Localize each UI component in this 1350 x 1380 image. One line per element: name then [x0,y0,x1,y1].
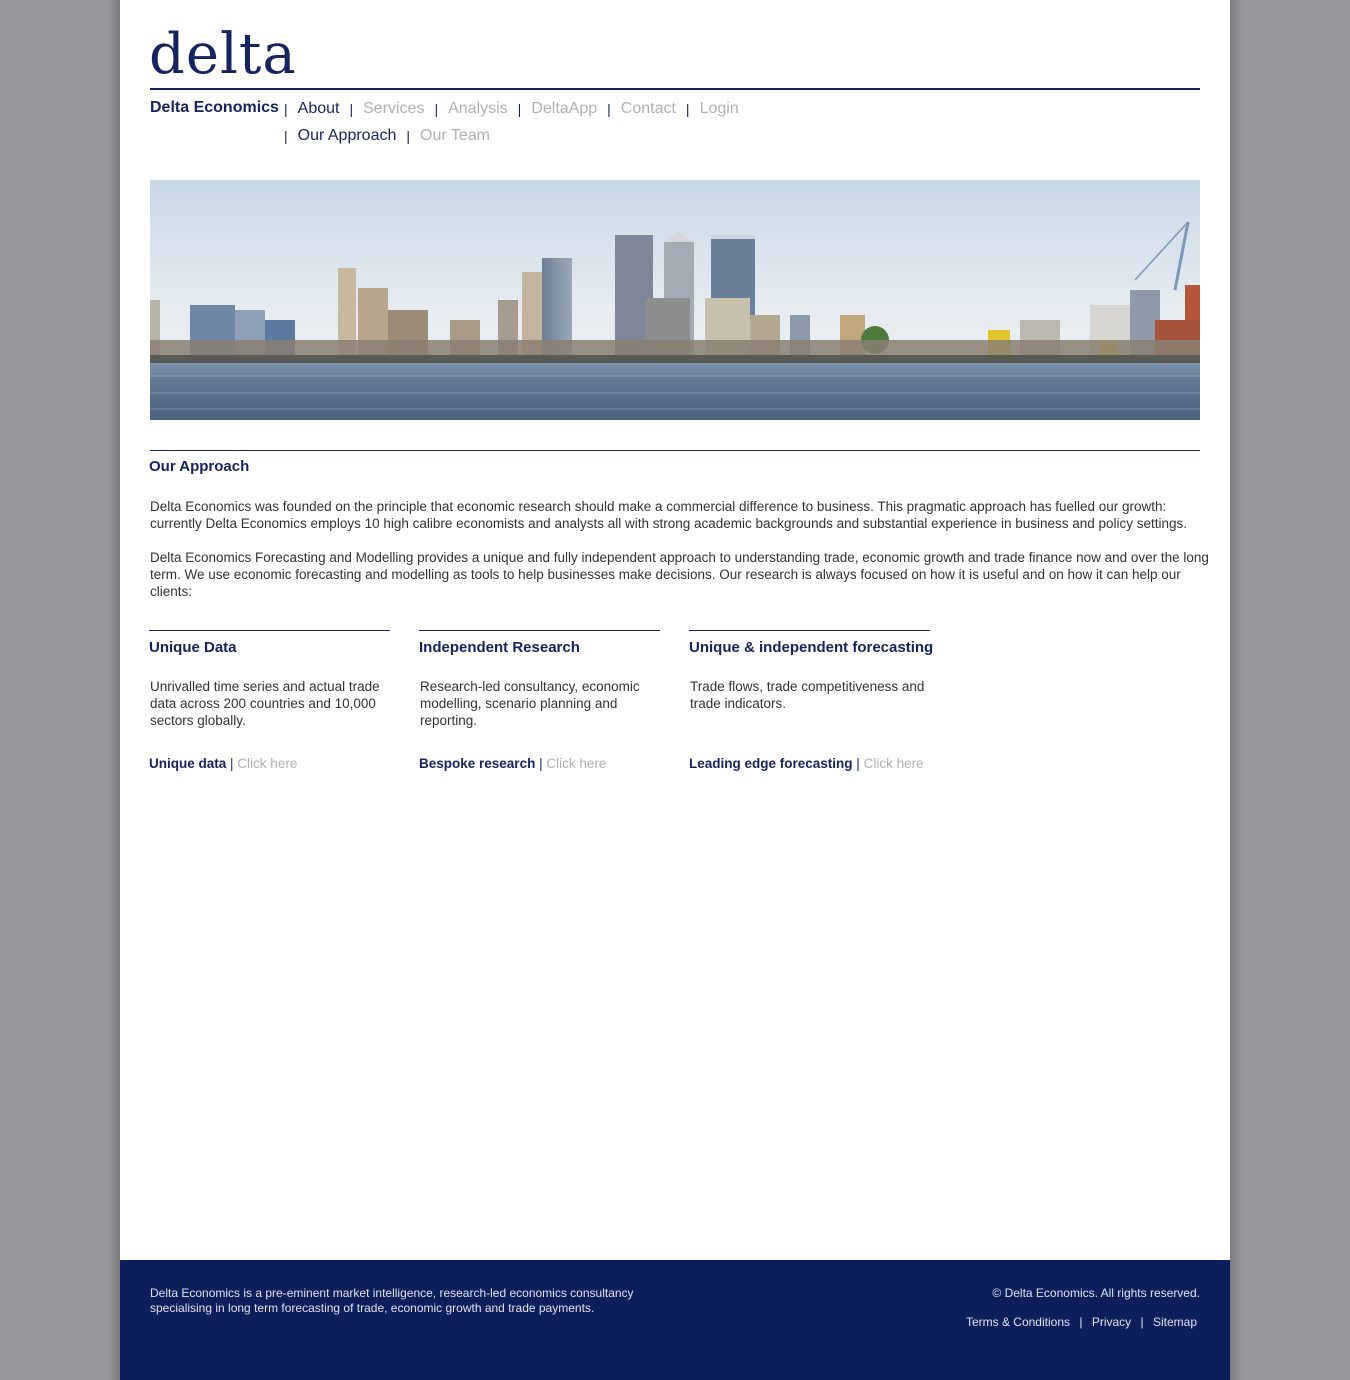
nav-brand[interactable]: Delta Economics [150,99,279,117]
nav-separator: | [406,128,411,144]
nav-login[interactable]: Login [700,100,739,118]
click-here-link[interactable]: Click here [237,756,297,771]
page-title: Our Approach [149,458,250,475]
page-shadow-right [1230,0,1242,1380]
column-link-label[interactable]: Leading edge forecasting [689,756,853,771]
footer-about: Delta Economics is a pre-eminent market … [150,1286,670,1316]
nav-separator: | [284,101,288,117]
column-link-separator: | [539,756,543,771]
footer-privacy-link[interactable]: Privacy [1092,1315,1131,1329]
site-logo[interactable]: delta [149,22,297,88]
nav-deltaapp[interactable]: DeltaApp [531,100,597,118]
footer-terms-link[interactable]: Terms & Conditions [966,1315,1070,1329]
feature-column-independent-research: Independent Research Research-led consul… [419,630,660,771]
footer-about-line: Delta Economics is a pre-eminent market … [150,1286,634,1300]
subnav-our-team[interactable]: Our Team [420,127,490,145]
click-here-link[interactable]: Click here [546,756,606,771]
nav-services[interactable]: Services [363,100,424,118]
nav-separator: | [284,128,288,144]
feature-column-unique-data: Unique Data Unrivalled time series and a… [149,630,390,771]
nav-separator: | [517,101,522,117]
site-footer: Delta Economics is a pre-eminent market … [120,1260,1230,1380]
header-divider [150,88,1200,90]
nav-separator: | [434,101,439,117]
column-title: Unique & independent forecasting [689,639,934,656]
footer-sitemap-link[interactable]: Sitemap [1153,1315,1197,1329]
page-shadow-left [108,0,120,1380]
column-link[interactable]: Bespoke research | Click here [419,756,606,771]
subnav-our-approach[interactable]: Our Approach [298,127,397,145]
page-container: delta Delta Economics | About | Services… [120,0,1230,1380]
column-divider [419,630,660,631]
column-divider [689,630,930,631]
column-title: Unique Data [149,639,237,656]
column-body: Research-led consultancy, economic model… [420,679,640,728]
nav-separator: | [349,101,354,117]
nav-analysis[interactable]: Analysis [448,100,508,118]
content-divider [150,450,1200,451]
footer-link-separator: | [1079,1315,1083,1329]
column-link-separator: | [230,756,234,771]
secondary-nav-row: | Our Approach | Our Team [284,127,500,145]
approach-paragraph: Delta Economics Forecasting and Modellin… [150,550,1209,599]
feature-column-forecasting: Unique & independent forecasting Trade f… [689,630,934,771]
column-body: Unrivalled time series and actual trade … [150,679,380,728]
click-here-link[interactable]: Click here [864,756,924,771]
nav-separator: | [607,101,611,117]
nav-contact[interactable]: Contact [621,100,676,118]
column-divider [149,630,390,631]
primary-nav-row: | About | Services | Analysis | DeltaApp… [284,100,749,118]
column-link[interactable]: Leading edge forecasting | Click here [689,756,924,771]
column-link-label[interactable]: Unique data [149,756,226,771]
footer-link-separator: | [1140,1315,1144,1329]
nav-separator: | [685,101,690,117]
column-link-separator: | [856,756,860,771]
nav-about[interactable]: About [298,100,340,118]
footer-copyright: © Delta Economics. All rights reserved. [992,1286,1200,1300]
footer-links: Terms & Conditions | Privacy | Sitemap [963,1315,1200,1329]
column-link[interactable]: Unique data | Click here [149,756,297,771]
column-link-label[interactable]: Bespoke research [419,756,535,771]
intro-paragraph: Delta Economics was founded on the princ… [150,499,1188,531]
hero-skyline-image [150,180,1200,420]
column-body: Trade flows, trade competitiveness and t… [690,679,925,711]
column-title: Independent Research [419,639,580,656]
footer-about-line: specialising in long term forecasting of… [150,1301,595,1315]
